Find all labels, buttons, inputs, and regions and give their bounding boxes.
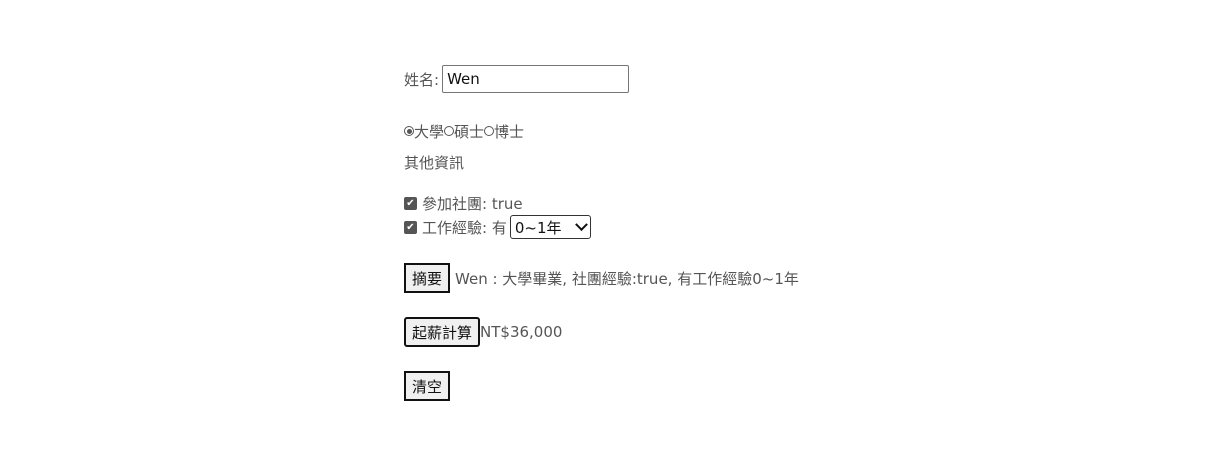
work-years-value: 0~1年 (514, 218, 562, 237)
club-row: ✔ 參加社團: true (404, 193, 523, 213)
radio-master[interactable] (444, 126, 455, 136)
club-checkbox[interactable]: ✔ (404, 196, 417, 210)
salary-result: NT$36,000 (480, 323, 563, 341)
name-label: 姓名: (404, 70, 440, 89)
radio-university-label[interactable]: 大學 (414, 121, 444, 142)
club-label: 參加社團: true (422, 194, 523, 213)
work-years-select[interactable]: 0~1年 (509, 215, 591, 239)
summary-button[interactable]: 摘要 (404, 263, 451, 293)
work-row: ✔ 工作經驗: 有 0~1年 (404, 214, 591, 240)
clear-button[interactable]: 清空 (404, 371, 451, 401)
summary-row: 摘要 Wen : 大學畢業, 社團經驗:true, 有工作經驗0~1年 (404, 263, 799, 293)
radio-phd-label[interactable]: 博士 (494, 121, 524, 142)
other-info-heading: 其他資訊 (404, 153, 465, 172)
salary-row: 起薪計算 NT$36,000 (404, 317, 562, 347)
summary-result: Wen : 大學畢業, 社團經驗:true, 有工作經驗0~1年 (455, 269, 799, 288)
clear-row: 清空 (404, 371, 451, 401)
radio-master-label[interactable]: 碩士 (454, 121, 484, 142)
education-radio-group: 大學 碩士 博士 (404, 121, 524, 141)
work-checkbox[interactable]: ✔ (404, 220, 417, 234)
radio-phd[interactable] (484, 126, 495, 136)
salary-calc-button[interactable]: 起薪計算 (404, 317, 481, 347)
name-row: 姓名: (404, 64, 630, 94)
other-info-heading-row: 其他資訊 (404, 152, 464, 172)
radio-university[interactable] (404, 126, 414, 136)
work-label: 工作經驗: 有 (422, 218, 507, 237)
name-input[interactable] (442, 65, 630, 93)
chevron-down-icon (574, 217, 588, 231)
